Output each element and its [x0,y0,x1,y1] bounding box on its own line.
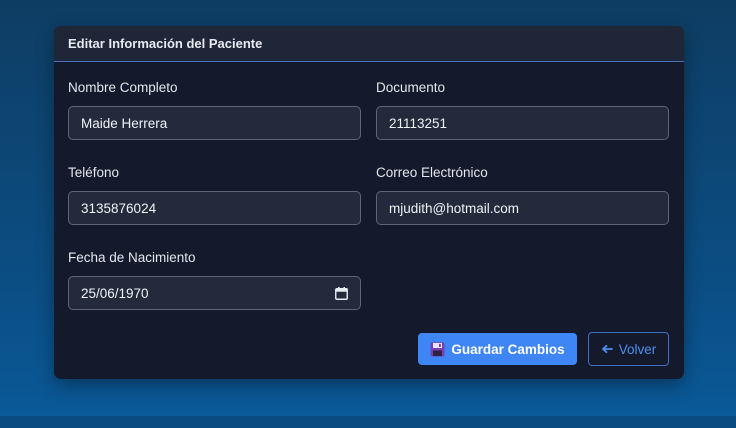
fecha-label: Fecha de Nacimiento [68,250,196,265]
documento-input[interactable]: 21113251 [376,106,669,140]
nombre-value: Maide Herrera [81,115,168,131]
card-header: Editar Información del Paciente [54,26,684,62]
card-title: Editar Información del Paciente [68,36,263,51]
documento-value: 21113251 [389,115,448,131]
field-fecha: Fecha de Nacimiento 25/06/1970 [68,249,361,310]
telefono-value: 3135876024 [81,200,157,216]
telefono-input[interactable]: 3135876024 [68,191,361,225]
save-button[interactable]: Guardar Cambios [418,333,577,365]
floppy-disk-icon [430,342,445,357]
background-strip [0,416,736,428]
documento-label: Documento [376,80,446,95]
correo-label: Correo Electrónico [376,165,488,180]
field-nombre: Nombre Completo Maide Herrera [68,79,361,140]
telefono-label: Teléfono [68,165,120,180]
fecha-value: 25/06/1970 [81,285,149,301]
back-button[interactable]: Volver [588,332,669,366]
back-button-label: Volver [618,341,657,357]
arrow-left-icon [601,344,613,354]
field-telefono: Teléfono 3135876024 [68,164,361,225]
nombre-input[interactable]: Maide Herrera [68,106,361,140]
correo-value: mjudith@hotmail.com [389,200,519,216]
field-correo: Correo Electrónico mjudith@hotmail.com [376,164,669,225]
nombre-label: Nombre Completo [68,80,178,95]
field-documento: Documento 21113251 [376,79,669,140]
calendar-icon[interactable] [335,286,348,300]
save-button-label: Guardar Cambios [451,341,565,357]
fecha-input[interactable]: 25/06/1970 [68,276,361,310]
correo-input[interactable]: mjudith@hotmail.com [376,191,669,225]
edit-patient-card: Editar Información del Paciente Nombre C… [54,26,684,379]
